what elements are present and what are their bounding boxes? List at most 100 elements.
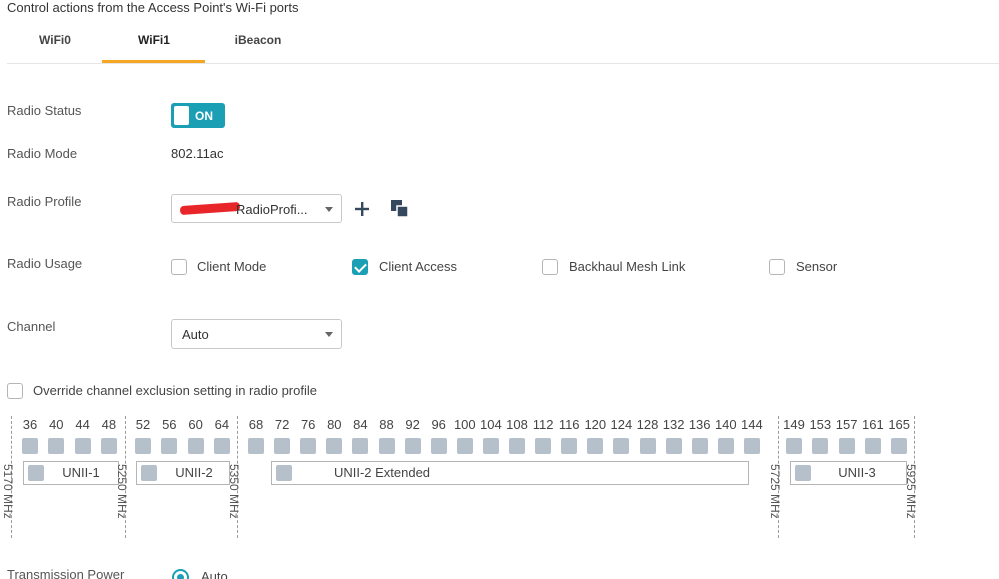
tab-ibeacon[interactable]: iBeacon	[228, 33, 288, 47]
radio-profile-value: RadioProfi...	[236, 202, 308, 217]
channel-number: 92	[405, 417, 420, 432]
channel-number: 40	[49, 417, 64, 432]
channel-number: 52	[135, 417, 151, 432]
backhaul-mesh-link-label: Backhaul Mesh Link	[569, 259, 686, 274]
channel-select-square[interactable]	[482, 438, 499, 454]
tab-wifi0[interactable]: WiFi0	[28, 33, 82, 47]
band-unii-2[interactable]: UNII-2	[136, 461, 230, 485]
channel-number: 80	[327, 417, 342, 432]
freq-label-5170: 5170 MHz	[1, 464, 15, 519]
channel-number: 165	[888, 417, 911, 432]
band-unii-3[interactable]: UNII-3	[790, 461, 907, 485]
client-mode-checkbox[interactable]	[171, 259, 187, 275]
channel-select-square[interactable]	[743, 438, 760, 454]
channel-select-square[interactable]	[891, 438, 908, 454]
channel-select-square[interactable]	[812, 438, 829, 454]
band-unii-2-extended[interactable]: UNII-2 Extended	[271, 461, 749, 485]
channel-number: 128	[636, 417, 659, 432]
band-select-square	[28, 465, 44, 481]
channel-number: 48	[101, 417, 117, 432]
channel-select-square[interactable]	[691, 438, 708, 454]
channel-number: 76	[300, 417, 316, 432]
channel-number: 72	[274, 417, 290, 432]
channel-number: 116	[558, 417, 580, 432]
channel-number: 96	[431, 417, 446, 432]
radio-mode-value: 802.11ac	[171, 146, 224, 161]
client-access-label: Client Access	[379, 259, 458, 274]
channel-select-square[interactable]	[639, 438, 656, 454]
channel-select-square[interactable]	[274, 438, 291, 454]
freq-label-5350: 5350 MHz	[227, 464, 241, 519]
channel-select-square[interactable]	[430, 438, 447, 454]
channel-select[interactable]: Auto	[171, 319, 342, 349]
radio-profile-label: Radio Profile	[7, 194, 82, 209]
channel-select-square[interactable]	[378, 438, 395, 454]
active-tab-indicator	[102, 60, 205, 63]
channel-number: 124	[610, 417, 633, 432]
channel-select-square[interactable]	[613, 438, 630, 454]
channel-select-square[interactable]	[213, 438, 230, 454]
band-select-square	[795, 465, 811, 481]
chevron-down-icon	[325, 207, 333, 212]
band-unii-1[interactable]: UNII-1	[23, 461, 119, 485]
channel-select-square[interactable]	[326, 438, 343, 454]
channel-number: 132	[662, 417, 685, 432]
radio-mode-label: Radio Mode	[7, 146, 78, 161]
channel-select-square[interactable]	[300, 438, 317, 454]
sensor-checkbox[interactable]	[769, 259, 785, 275]
channel-number: 104	[480, 417, 502, 432]
channel-select-square[interactable]	[22, 438, 38, 454]
radio-status-toggle[interactable]: ON	[171, 103, 225, 128]
band-label: UNII-2 Extended	[333, 465, 431, 480]
channel-select-square[interactable]	[786, 438, 802, 454]
backhaul-mesh-link-checkbox[interactable]	[542, 259, 558, 275]
channel-select-square[interactable]	[535, 438, 552, 454]
channel-number: 88	[379, 417, 394, 432]
channel-select-square[interactable]	[838, 438, 855, 454]
toggle-knob	[174, 106, 189, 125]
band-label: UNII-3	[838, 465, 876, 480]
channel-number: 100	[453, 417, 476, 432]
toggle-state-label: ON	[195, 109, 213, 123]
channel-number: 64	[214, 417, 230, 432]
tab-wifi1[interactable]: WiFi1	[124, 33, 184, 47]
override-exclusion-label: Override channel exclusion setting in ra…	[33, 383, 317, 398]
plus-icon[interactable]	[355, 202, 369, 216]
channel-number: 112	[532, 417, 554, 432]
page-heading: Control actions from the Access Point's …	[7, 0, 299, 15]
channel-select-square[interactable]	[100, 438, 117, 454]
channel-select-square[interactable]	[48, 438, 65, 454]
channel-select-square[interactable]	[456, 438, 473, 454]
channel-number: 56	[162, 417, 177, 432]
transmission-power-auto-label: Auto	[201, 569, 228, 579]
override-exclusion-checkbox[interactable]	[7, 383, 23, 399]
channel-select-square[interactable]	[864, 438, 881, 454]
channel-select-square[interactable]	[161, 438, 178, 454]
chevron-down-icon	[325, 332, 333, 337]
tab-divider	[7, 63, 999, 64]
channel-select-square[interactable]	[248, 438, 264, 454]
client-mode-label: Client Mode	[197, 259, 267, 274]
freq-label-5725: 5725 MHz	[768, 464, 782, 519]
client-access-checkbox[interactable]	[352, 259, 368, 275]
channel-select-square[interactable]	[717, 438, 734, 454]
channel-select-square[interactable]	[509, 438, 525, 454]
channel-number: 60	[188, 417, 203, 432]
sensor-label: Sensor	[796, 259, 838, 274]
freq-label-5250: 5250 MHz	[115, 464, 129, 519]
channel-select-square[interactable]	[404, 438, 421, 454]
channel-select-square[interactable]	[74, 438, 91, 454]
channel-label: Channel	[7, 319, 56, 334]
channel-select-square[interactable]	[561, 438, 578, 454]
channel-select-square[interactable]	[187, 438, 204, 454]
channel-value: Auto	[182, 327, 209, 342]
channel-select-square[interactable]	[587, 438, 604, 454]
radio-status-label: Radio Status	[7, 103, 82, 118]
channel-select-square[interactable]	[135, 438, 151, 454]
transmission-power-auto-radio[interactable]	[172, 569, 189, 579]
channel-select-square[interactable]	[352, 438, 369, 454]
copy-icon[interactable]	[391, 200, 409, 218]
channel-number: 144	[741, 417, 763, 432]
channel-select-square[interactable]	[665, 438, 682, 454]
radio-profile-select[interactable]: RadioProfi...	[171, 194, 342, 223]
